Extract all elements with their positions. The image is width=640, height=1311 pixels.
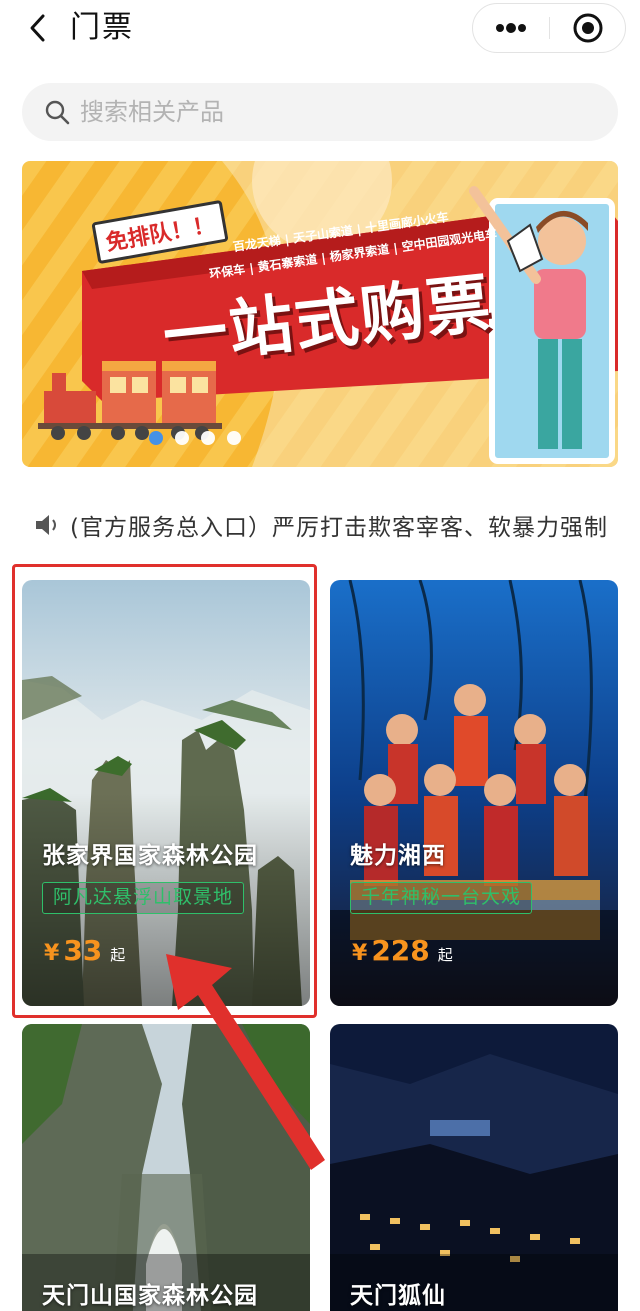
banner-pagination [22,431,618,445]
price-currency: ¥ [44,941,60,966]
target-close-icon [573,13,603,43]
card-title: 天门狐仙 [350,1283,446,1309]
card-tag: 千年神秘一台大戏 [350,882,533,914]
nav-bar: 门票 [0,0,640,60]
price-currency: ¥ [352,941,368,966]
ticket-card[interactable]: 张家界国家森林公园 阿凡达悬浮山取景地 ¥ 33 起 [22,580,310,1006]
card-tag: 阿凡达悬浮山取景地 [42,882,245,914]
card-price: ¥ 228 起 [352,934,453,967]
notice-bar[interactable]: (官方服务总入口）严厉打击欺客宰客、软暴力强制 [34,505,640,545]
card-title: 张家界国家森林公园 [42,843,258,869]
speaker-icon [36,515,56,535]
close-mini-program-button[interactable] [550,4,626,52]
more-dots-icon [496,23,526,33]
mini-program-capsule [472,3,626,53]
price-suffix: 起 [437,946,453,964]
ticket-card[interactable]: 魅力湘西 千年神秘一台大戏 ¥ 228 起 [330,580,618,1006]
card-image-night-show [330,1024,618,1311]
banner-dot[interactable] [149,431,163,445]
search-bar[interactable] [22,83,618,141]
price-value: 228 [371,934,430,967]
back-button[interactable] [20,10,56,46]
card-price: ¥ 33 起 [44,934,125,967]
page-title: 门票 [70,10,134,45]
card-title: 天门山国家森林公园 [42,1283,258,1309]
more-button[interactable] [473,4,549,52]
card-title: 魅力湘西 [350,843,446,869]
ticket-page: 门票 搜索相关产品 免排队！！ 百龙天梯 | 天子山索道 | 十里画廊小火车 环… [0,0,640,1311]
ticket-card[interactable]: 天门山国家森林公园 [22,1024,310,1311]
search-icon [45,100,70,125]
banner-dot[interactable] [201,431,215,445]
card-image-tianmen-cliff [22,1024,310,1311]
banner-dot[interactable] [175,431,189,445]
chevron-left-icon [30,14,45,42]
notice-text: (官方服务总入口）严厉打击欺客宰客、软暴力强制 [70,515,608,541]
ticket-card[interactable]: 天门狐仙 [330,1024,618,1311]
banner-dot[interactable] [227,431,241,445]
search-input[interactable] [80,98,560,126]
price-value: 33 [63,934,103,967]
promo-banner[interactable]: 免排队！！ 百龙天梯 | 天子山索道 | 十里画廊小火车 环保车 | 黄石寨索道… [22,161,618,467]
price-suffix: 起 [110,946,126,964]
